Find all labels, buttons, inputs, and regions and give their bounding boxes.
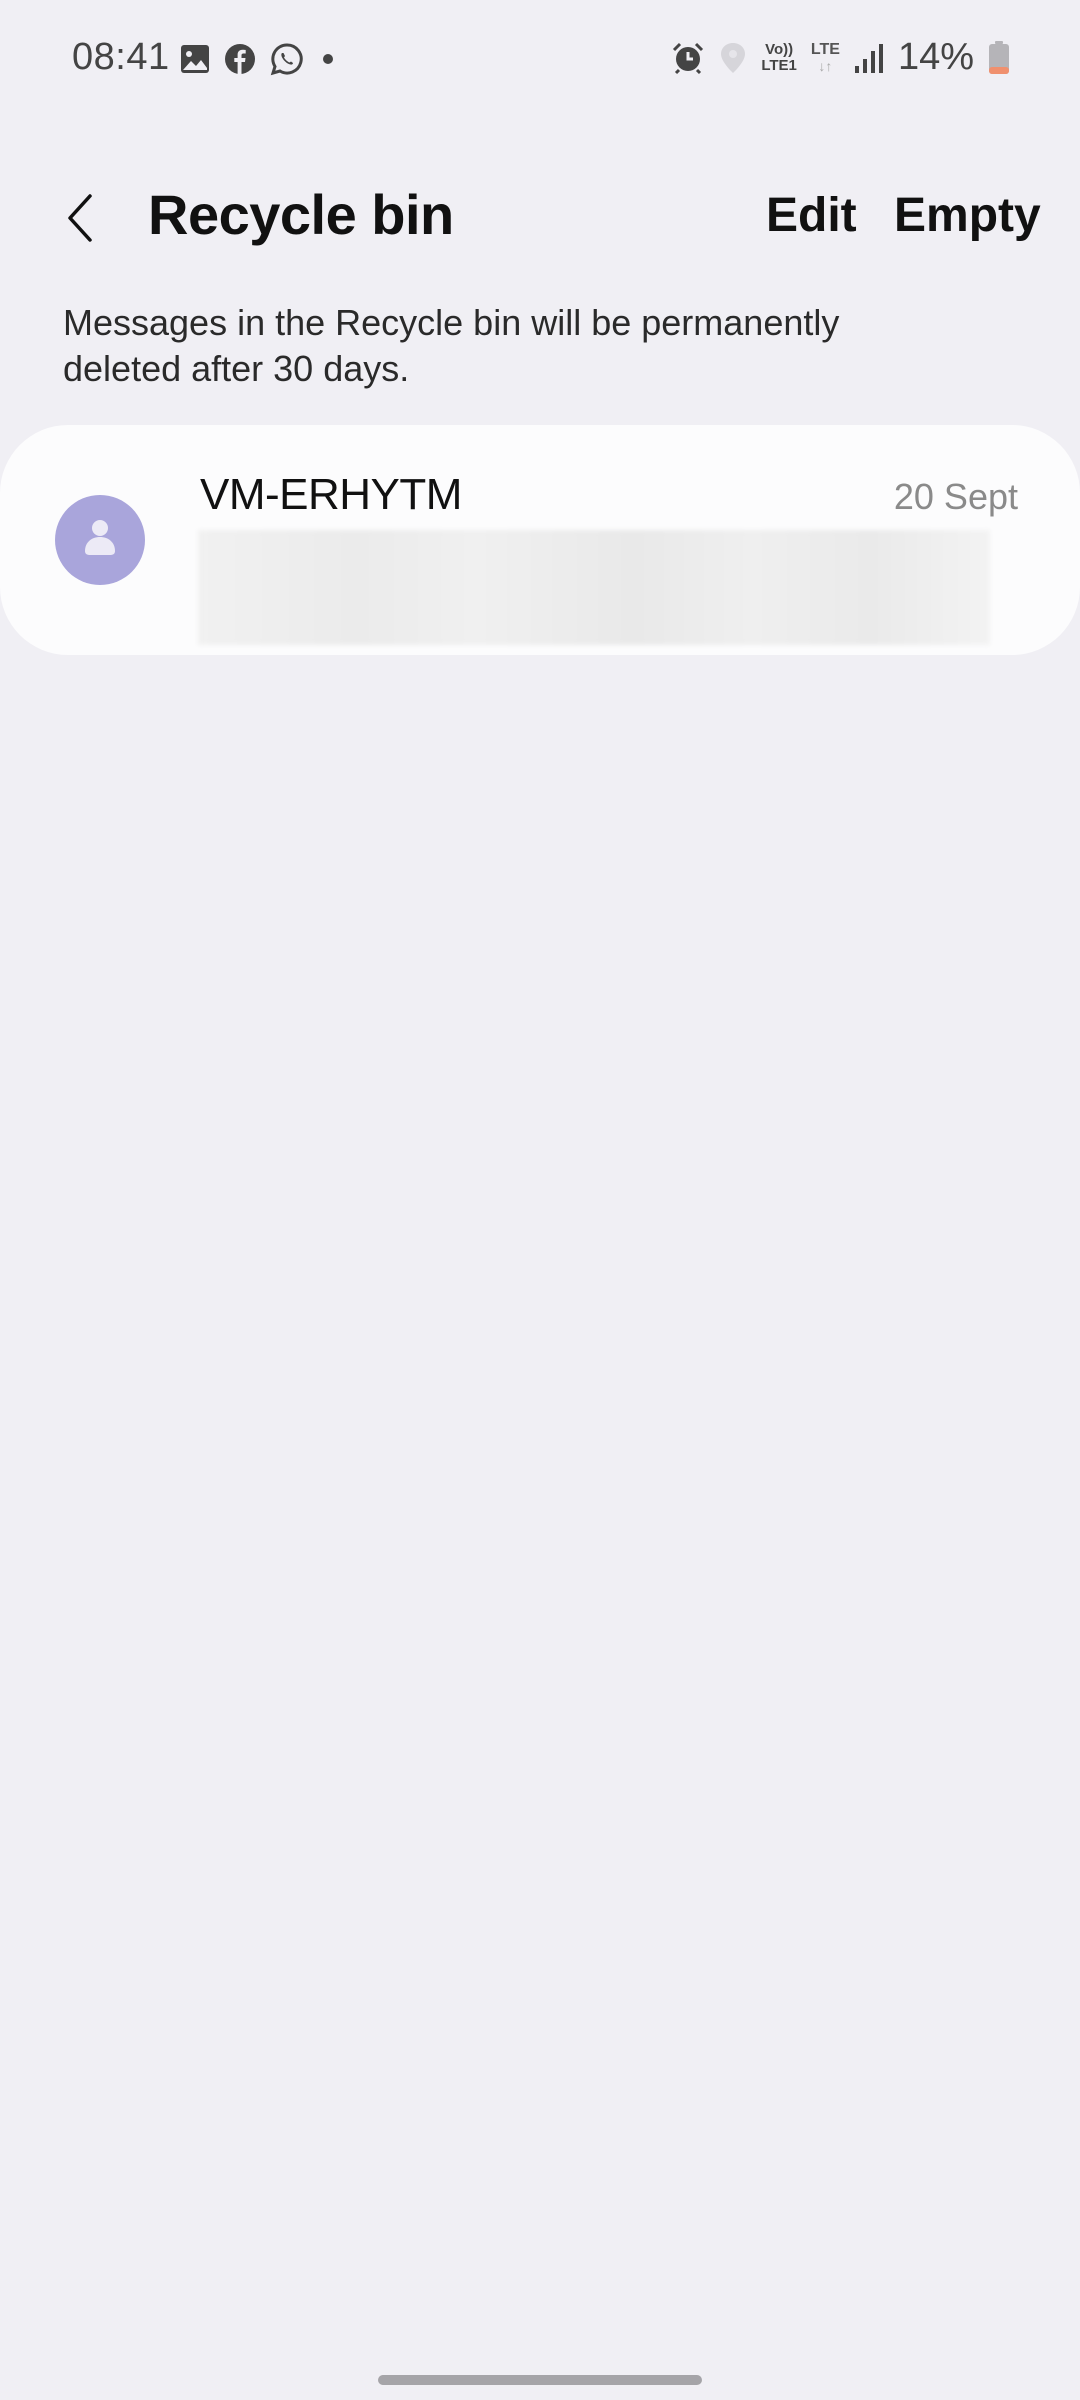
location-icon [719,41,747,75]
lte-data-icon: LTE ↓↑ [810,40,840,74]
message-preview-redacted [198,530,990,645]
message-date: 20 Sept [893,476,1018,517]
battery-icon [988,40,1010,75]
sender-name: VM-ERHYTM [200,470,462,519]
status-time: 08:41 [72,36,170,78]
alarm-icon [671,41,705,75]
edit-button[interactable]: Edit [766,188,857,243]
system-icons: Vo)) LTE1 LTE ↓↑ 14% [671,36,1010,79]
app-bar: Recycle bin Edit Empty [0,170,1080,260]
person-icon [85,520,115,555]
whatsapp-icon [270,42,304,76]
more-notifications-dot [318,49,338,69]
facebook-icon [224,43,256,75]
page-title: Recycle bin [148,183,454,246]
notification-icons [180,42,338,76]
gallery-notification-icon [180,44,210,74]
status-bar: 08:41 Vo)) LTE1 LTE ↓↑ 14% [0,0,1080,120]
back-button[interactable] [58,188,106,248]
avatar[interactable] [55,495,145,585]
recycle-bin-info: Messages in the Recycle bin will be perm… [63,302,840,389]
volte-icon: Vo)) LTE1 [761,40,797,74]
battery-percent: 14% [897,36,974,78]
chevron-left-icon [68,194,92,242]
empty-button[interactable]: Empty [894,188,1041,243]
home-gesture-bar[interactable] [378,2375,702,2385]
signal-icon [854,42,884,74]
